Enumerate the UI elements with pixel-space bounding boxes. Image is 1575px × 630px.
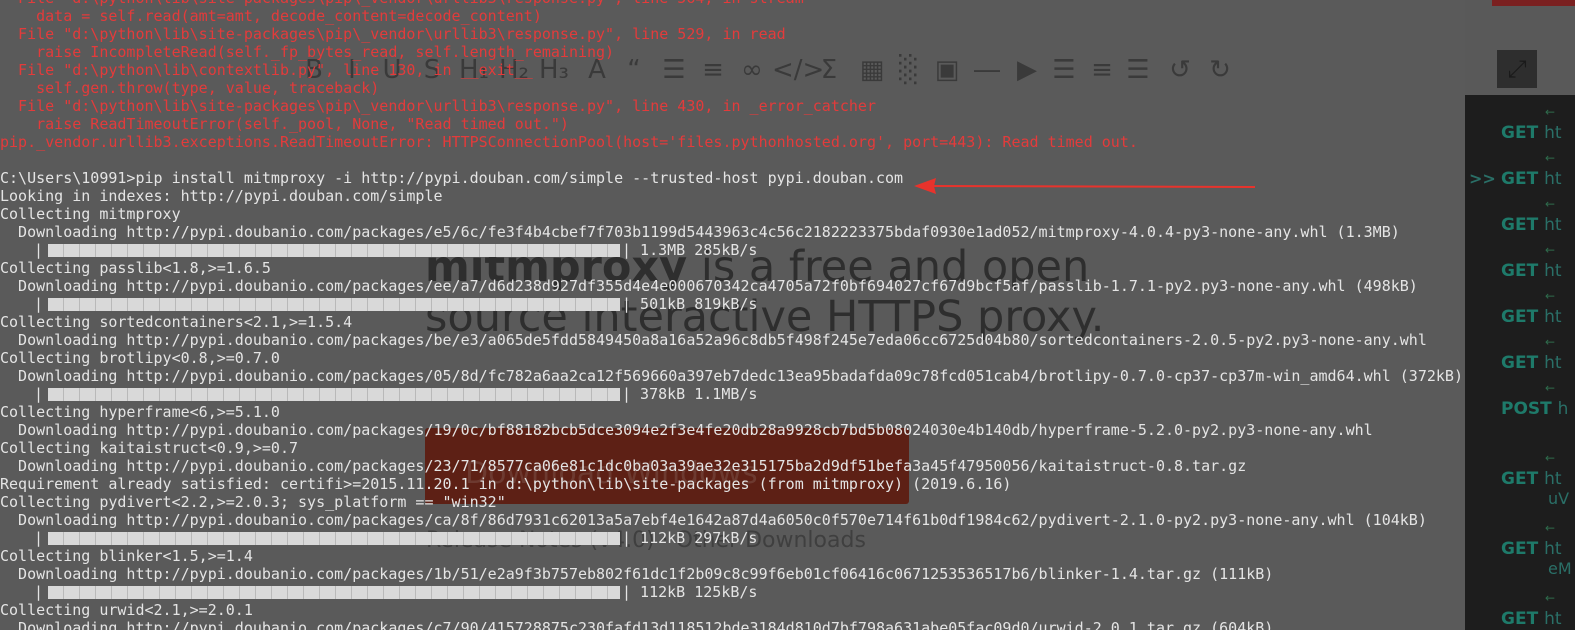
annotation-arrow xyxy=(914,178,1256,194)
annotation-arrow-shaft xyxy=(929,185,1256,188)
screenshot: B I U S H₁ H₂ H₃ A “☰ ≡ ∞ </> Σ ▦ ░ ▣ ― ▶ ☰ ≡ ☰ ↺ ↻ mitmproxy … xyxy=(0,0,1575,630)
annotation-arrow-head xyxy=(914,178,936,194)
